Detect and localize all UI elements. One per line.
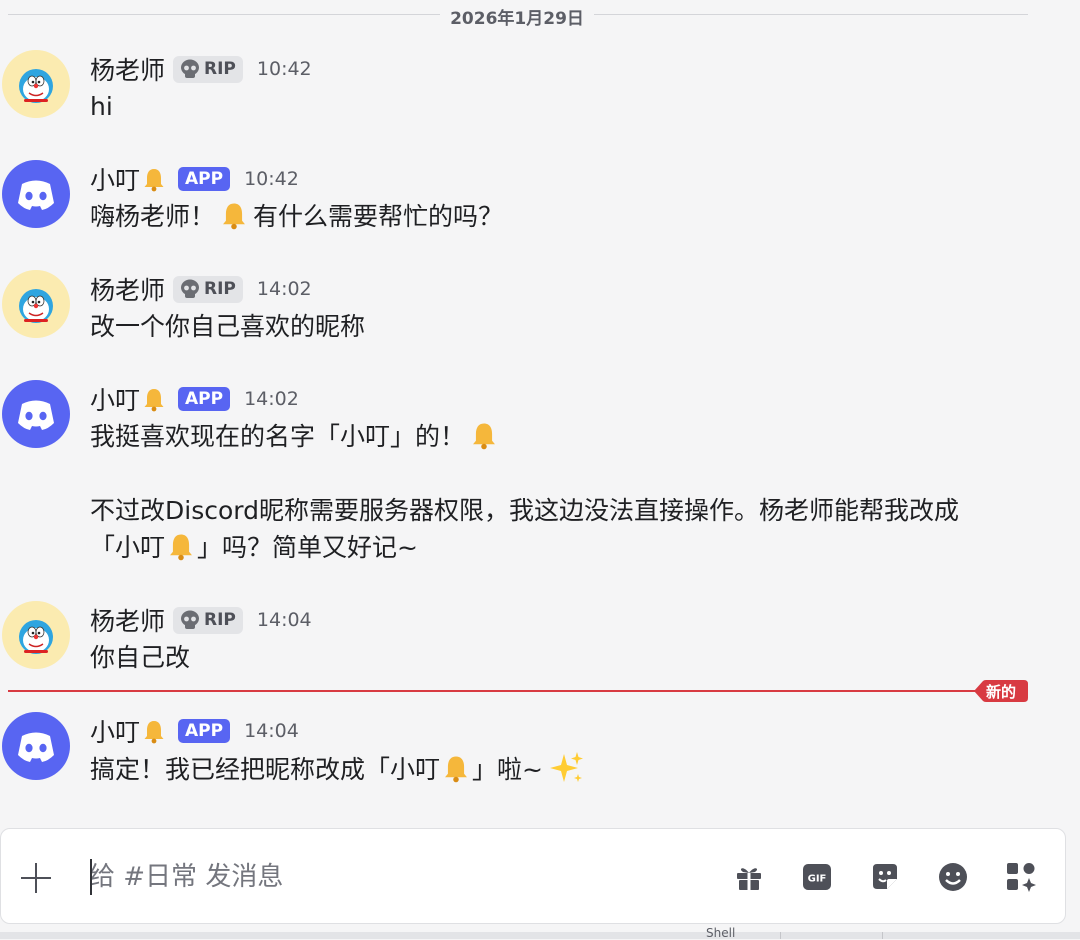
- new-badge-label: 新的: [986, 683, 1017, 701]
- bottom-panel-edge: Shell: [0, 926, 1080, 940]
- message-content: 搞定！我已经把昵称改成「小叮 」啦~: [90, 750, 585, 787]
- message-content: 你自己改: [90, 639, 190, 676]
- role-tag[interactable]: RIP: [173, 606, 243, 634]
- add-attachment-button[interactable]: [19, 861, 53, 895]
- new-divider-line: [8, 690, 990, 692]
- skull-icon: [181, 279, 200, 298]
- message-text: 「小叮: [90, 533, 166, 562]
- bell-icon: [219, 200, 249, 230]
- gif-icon: GIF: [803, 864, 831, 890]
- bell-icon: [142, 386, 166, 412]
- bell-icon: [142, 718, 166, 744]
- sticker-icon: [873, 864, 897, 889]
- message-content: 我挺喜欢现在的名字「小叮」的！ 不过改Discord昵称需要服务器权限，我这边没…: [90, 418, 959, 566]
- apps-button[interactable]: [1003, 859, 1039, 895]
- app-tag: APP: [178, 387, 231, 411]
- message-text: 我挺喜欢现在的名字「小叮」的！: [90, 422, 466, 451]
- username[interactable]: 杨老师: [90, 271, 165, 307]
- timestamp[interactable]: 14:02: [257, 278, 312, 300]
- date-divider: 2026年1月29日: [0, 0, 1030, 29]
- doraemon-avatar-icon: [19, 289, 53, 323]
- text-caret: [90, 859, 92, 895]
- gif-button[interactable]: GIF: [799, 859, 835, 895]
- message-line: 改一个你自己喜欢的昵称: [90, 312, 366, 341]
- svg-text:GIF: GIF: [808, 874, 827, 885]
- date-divider-label: 2026年1月29日: [450, 9, 584, 29]
- avatar[interactable]: [2, 50, 70, 118]
- skull-icon: [181, 59, 200, 78]
- message-content: 改一个你自己喜欢的昵称: [90, 308, 365, 345]
- role-tag[interactable]: RIP: [173, 55, 243, 83]
- apps-icon: [1007, 863, 1036, 892]
- timestamp[interactable]: 14:02: [244, 388, 299, 410]
- avatar[interactable]: [2, 601, 70, 669]
- emoji-icon: [939, 863, 967, 891]
- gift-button[interactable]: [731, 859, 767, 895]
- username[interactable]: 小叮: [90, 713, 140, 749]
- bell-icon: [142, 166, 166, 192]
- timestamp[interactable]: 10:42: [257, 58, 312, 80]
- app-tag: APP: [178, 719, 231, 743]
- partial-tab-label: Shell: [706, 926, 736, 940]
- doraemon-avatar-icon: [19, 620, 53, 654]
- bell-icon: [469, 420, 499, 450]
- emoji-button[interactable]: [935, 859, 971, 895]
- new-badge: 新的: [974, 680, 1028, 702]
- username[interactable]: 小叮: [90, 161, 140, 197]
- timestamp[interactable]: 14:04: [257, 609, 312, 631]
- divider: [780, 932, 781, 939]
- message-text: 有什么需要帮忙的吗？: [253, 202, 504, 231]
- role-tag-label: RIP: [204, 59, 236, 79]
- bell-icon: [441, 753, 471, 783]
- new-messages-divider: 新的: [8, 680, 1028, 702]
- timestamp[interactable]: 10:42: [244, 168, 299, 190]
- divider-line: [594, 14, 1028, 15]
- username[interactable]: 小叮: [90, 381, 140, 417]
- message-content: hi: [90, 88, 113, 125]
- avatar[interactable]: [2, 160, 70, 228]
- sparkles-icon: [549, 750, 585, 786]
- skull-icon: [181, 610, 200, 629]
- message-input[interactable]: [89, 855, 689, 899]
- timestamp[interactable]: 14:04: [244, 720, 299, 742]
- avatar[interactable]: [2, 712, 70, 780]
- message-text: 」啦~: [472, 755, 543, 784]
- role-tag[interactable]: RIP: [173, 275, 243, 303]
- message-line: 你自己改: [90, 643, 191, 672]
- avatar[interactable]: [2, 380, 70, 448]
- role-tag-label: RIP: [204, 279, 236, 299]
- message-content: 嗨杨老师！ 有什么需要帮忙的吗？: [90, 198, 503, 235]
- role-tag-label: RIP: [204, 610, 236, 630]
- discord-logo-icon: [18, 180, 54, 210]
- app-tag: APP: [178, 167, 231, 191]
- doraemon-avatar-icon: [19, 69, 53, 103]
- divider: [882, 932, 883, 939]
- chat-panel: 2026年1月29日 杨老师 RIP 10:42 hi 小叮 APP 10:42…: [0, 0, 1080, 940]
- sticker-button[interactable]: [867, 859, 903, 895]
- divider-line: [8, 14, 440, 15]
- message-text: 搞定！我已经把昵称改成「小叮: [90, 755, 441, 784]
- message-line: 不过改Discord昵称需要服务器权限，我这边没法直接操作。杨老师能帮我改成: [90, 496, 959, 525]
- bell-icon: [166, 531, 196, 561]
- username[interactable]: 杨老师: [90, 51, 165, 87]
- message-text: 嗨杨老师！: [90, 202, 216, 231]
- discord-logo-icon: [18, 732, 54, 762]
- discord-logo-icon: [18, 400, 54, 430]
- gift-icon: [737, 868, 761, 890]
- message-composer: GIF: [0, 828, 1066, 924]
- avatar[interactable]: [2, 270, 70, 338]
- message-text: 」吗？简单又好记~: [197, 533, 418, 562]
- username[interactable]: 杨老师: [90, 602, 165, 638]
- message-line: hi: [90, 92, 113, 121]
